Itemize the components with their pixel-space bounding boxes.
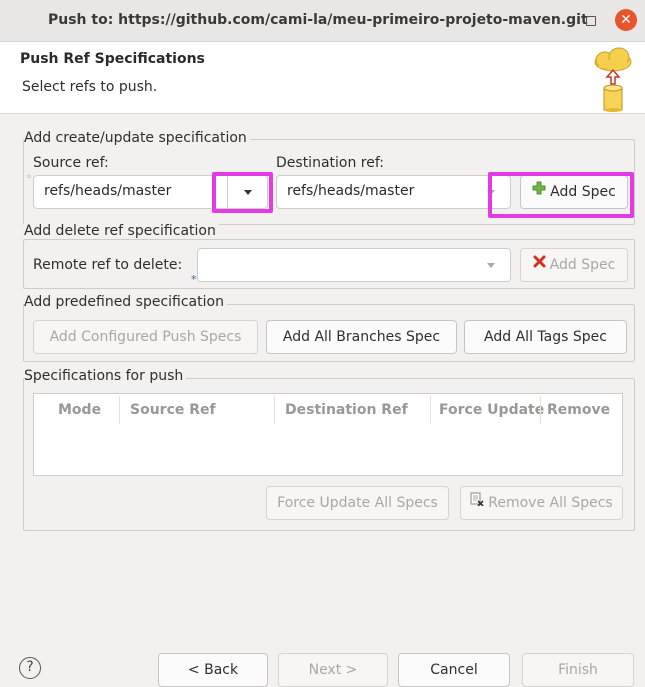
page-subtitle: Select refs to push.	[22, 79, 158, 95]
back-button[interactable]: < Back	[158, 653, 268, 687]
page-title: Push Ref Specifications	[20, 51, 205, 67]
next-button[interactable]: Next >	[278, 653, 388, 687]
chevron-down-icon	[486, 263, 495, 268]
help-icon[interactable]: ?	[19, 657, 41, 679]
column-separator	[119, 396, 120, 424]
push-specs-table[interactable]: Mode Source Ref Destination Ref Force Up…	[33, 393, 623, 476]
remote-ref-label: Remote ref to delete:	[33, 257, 183, 273]
remove-all-icon	[470, 486, 484, 518]
add-all-branches-spec-button[interactable]: Add All Branches Spec	[266, 320, 457, 354]
required-marker-icon: *	[191, 273, 197, 286]
window-title: Push to: https://github.com/cami-la/meu-…	[48, 12, 588, 28]
window-titlebar[interactable]: Push to: https://github.com/cami-la/meu-…	[0, 0, 645, 42]
column-header-force-update[interactable]: Force Update	[439, 402, 544, 418]
add-all-tags-spec-button[interactable]: Add All Tags Spec	[464, 320, 627, 354]
remove-all-specs-label: Remove All Specs	[488, 495, 613, 511]
remote-ref-dropdown-button[interactable]	[470, 249, 510, 281]
column-header-source-ref[interactable]: Source Ref	[130, 402, 216, 418]
create-update-legend: Add create/update specification	[24, 130, 250, 146]
remove-all-specs-button[interactable]: Remove All Specs	[460, 486, 623, 520]
cloud-push-database-icon	[588, 46, 638, 116]
finish-button[interactable]: Finish	[522, 653, 634, 687]
close-icon[interactable]: ✕	[615, 9, 637, 31]
column-separator	[274, 396, 275, 424]
wizard-header: Push Ref Specifications Select refs to p…	[0, 42, 645, 114]
highlight-box-add-spec	[488, 172, 634, 218]
column-separator	[540, 396, 541, 424]
column-header-remove[interactable]: Remove	[547, 402, 610, 418]
column-header-mode[interactable]: Mode	[58, 402, 101, 418]
specs-legend: Specifications for push	[24, 368, 187, 384]
error-decoration-icon: ◦	[26, 172, 32, 183]
destination-ref-label: Destination ref:	[276, 155, 384, 171]
remote-ref-combo[interactable]	[197, 248, 511, 282]
delete-ref-legend: Add delete ref specification	[24, 223, 219, 239]
predefined-legend: Add predefined specification	[24, 294, 227, 310]
column-separator	[430, 396, 431, 424]
column-header-destination-ref[interactable]: Destination Ref	[285, 402, 408, 418]
source-ref-label: Source ref:	[33, 155, 109, 171]
add-configured-push-specs-button[interactable]: Add Configured Push Specs	[33, 320, 258, 354]
add-delete-spec-button[interactable]: Add Spec	[520, 248, 628, 282]
highlight-box-source-dropdown	[212, 172, 273, 213]
destination-ref-value: refs/heads/master	[287, 183, 415, 199]
add-delete-spec-label: Add Spec	[549, 257, 616, 273]
force-update-all-specs-button[interactable]: Force Update All Specs	[266, 486, 449, 520]
destination-ref-combo[interactable]: refs/heads/master	[276, 175, 511, 209]
maximize-icon[interactable]	[586, 16, 596, 26]
red-x-icon	[533, 248, 546, 280]
source-ref-value: refs/heads/master	[44, 183, 172, 199]
cancel-button[interactable]: Cancel	[398, 653, 510, 687]
